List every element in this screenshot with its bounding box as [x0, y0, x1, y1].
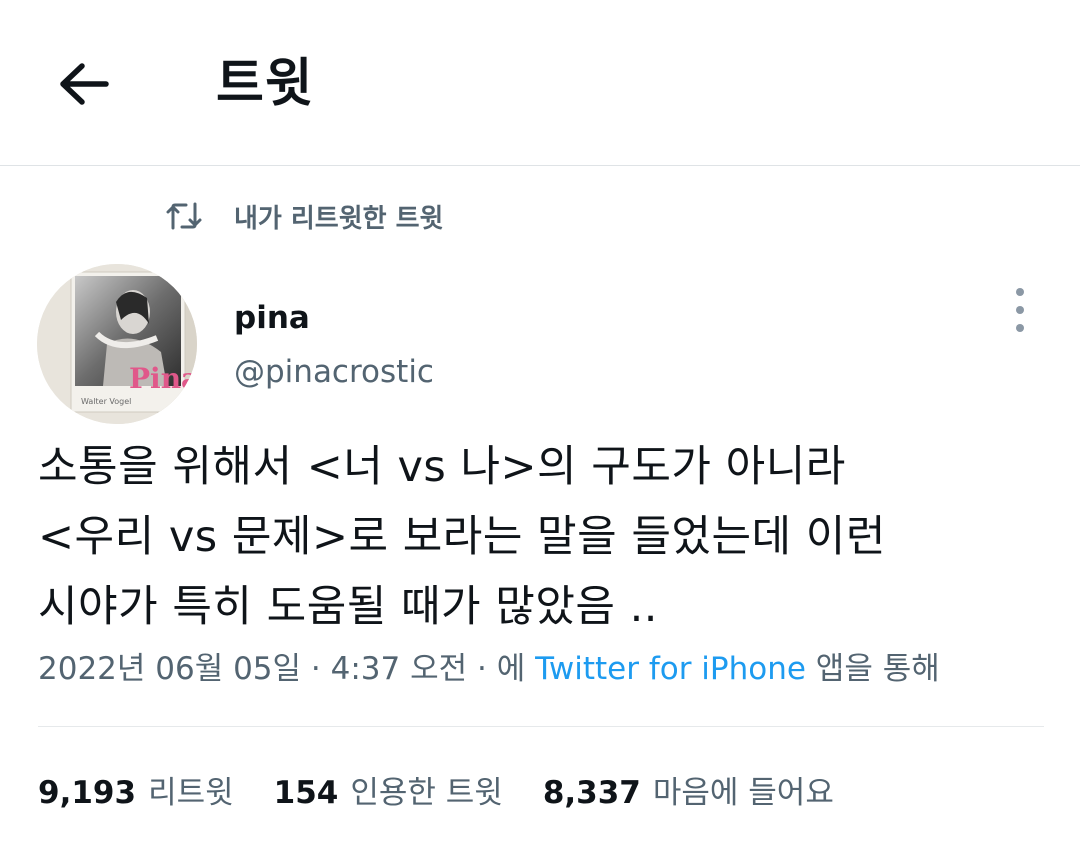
- avatar-book-cover-image: Pina Walter Vogel: [37, 264, 197, 424]
- divider: [38, 726, 1044, 727]
- meta-separator: ·: [467, 651, 497, 687]
- more-dot-icon: [1016, 306, 1024, 314]
- retweets-count: 9,193: [38, 775, 137, 811]
- tweet-date[interactable]: 2022년 06월 05일: [38, 651, 301, 687]
- svg-text:Walter Vogel: Walter Vogel: [81, 397, 131, 406]
- retweets-label: 리트윗: [148, 775, 234, 811]
- back-button[interactable]: [52, 52, 116, 116]
- likes-label: 마음에 들어요: [652, 775, 834, 811]
- retweets-stat[interactable]: 9,193 리트윗: [38, 770, 234, 816]
- quotes-count: 154: [273, 775, 339, 811]
- retweet-context[interactable]: 내가 리트윗한 트윗: [164, 196, 443, 236]
- via-prefix: 에: [496, 651, 536, 687]
- quotes-stat[interactable]: 154 인용한 트윗: [274, 770, 503, 816]
- tweet-stats: 9,193 리트윗 154 인용한 트윗 8,337 마음에 들어요: [38, 770, 874, 816]
- tweet-meta: 2022년 06월 05일 · 4:37 오전 · 에 Twitter for …: [38, 646, 940, 692]
- author-handle[interactable]: @pinacrostic: [234, 352, 434, 392]
- page-title: 트윗: [216, 54, 314, 114]
- tweet-line: 시야가 특히 도움될 때가 많았음 ..: [38, 582, 658, 632]
- source-link[interactable]: Twitter for iPhone: [535, 651, 806, 687]
- tweet-line: 소통을 위해서 <너 vs 나>의 구도가 아니라: [38, 442, 846, 492]
- arrow-left-icon: [60, 63, 109, 105]
- author-name[interactable]: pina: [234, 298, 310, 338]
- tweet-text: 소통을 위해서 <너 vs 나>의 구도가 아니라 <우리 vs 문제>로 보라…: [38, 432, 1048, 642]
- more-dot-icon: [1016, 288, 1024, 296]
- meta-separator: ·: [301, 651, 331, 687]
- tweet-line: <우리 vs 문제>로 보라는 말을 들었는데 이런: [38, 512, 886, 562]
- tweet-time[interactable]: 4:37 오전: [331, 651, 468, 687]
- likes-count: 8,337: [542, 775, 641, 811]
- more-options-button[interactable]: [1000, 288, 1040, 332]
- via-suffix: 앱을 통해: [805, 651, 940, 687]
- more-dot-icon: [1016, 324, 1024, 332]
- quotes-label: 인용한 트윗: [350, 775, 503, 811]
- top-bar: 트윗: [0, 0, 1080, 166]
- likes-stat[interactable]: 8,337 마음에 들어요: [543, 770, 834, 816]
- avatar[interactable]: Pina Walter Vogel: [37, 264, 197, 424]
- svg-text:Pina: Pina: [129, 362, 197, 395]
- retweet-context-label: 내가 리트윗한 트윗: [234, 203, 444, 234]
- retweet-icon: [164, 196, 204, 236]
